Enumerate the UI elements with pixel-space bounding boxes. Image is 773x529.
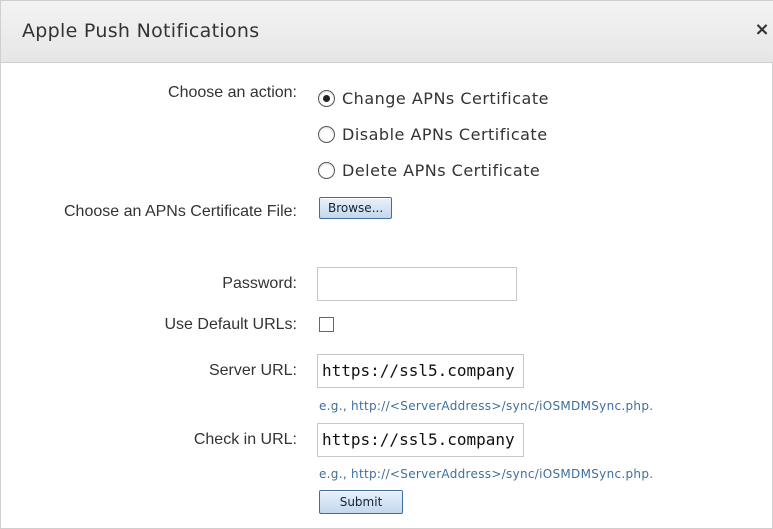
checkin-url-label: Check in URL: [193, 431, 297, 448]
radio-button[interactable] [318, 161, 335, 179]
password-label: Password: [222, 275, 297, 292]
radio-button-selected[interactable] [318, 89, 335, 107]
server-url-label: Server URL: [208, 362, 297, 379]
use-default-urls-label: Use Default URLs: [164, 316, 298, 333]
password-input[interactable] [317, 267, 517, 301]
use-default-urls-checkbox[interactable] [319, 317, 334, 332]
radio-delete-apns-certificate[interactable]: Delete APNs Certificate [318, 159, 540, 181]
radio-button[interactable] [318, 125, 335, 143]
server-url-input[interactable]: https://ssl5.company [317, 354, 524, 388]
checkin-url-hint: e.g., http://<ServerAddress>/sync/iOSMDM… [319, 467, 654, 481]
dialog-titlebar: Apple Push Notifications × [1, 1, 773, 63]
radio-label-disable: Disable APNs Certificate [342, 124, 548, 144]
choose-action-label: Choose an action: [168, 84, 297, 101]
checkin-url-input[interactable]: https://ssl5.company [317, 423, 524, 457]
browse-button[interactable]: Browse... [319, 197, 393, 219]
server-url-hint: e.g., http://<ServerAddress>/sync/iOSMDM… [319, 399, 654, 413]
close-icon[interactable]: × [753, 19, 771, 41]
dialog-title: Apple Push Notifications [22, 20, 260, 42]
radio-change-apns-certificate[interactable]: Change APNs Certificate [318, 87, 549, 109]
certificate-file-label: Choose an APNs Certificate File: [64, 203, 297, 220]
radio-label-delete: Delete APNs Certificate [342, 160, 541, 180]
radio-disable-apns-certificate[interactable]: Disable APNs Certificate [318, 123, 548, 145]
apple-push-notifications-dialog: Apple Push Notifications × Choose an act… [0, 0, 773, 529]
radio-label-change: Change APNs Certificate [342, 88, 549, 108]
submit-button[interactable]: Submit [319, 490, 403, 514]
